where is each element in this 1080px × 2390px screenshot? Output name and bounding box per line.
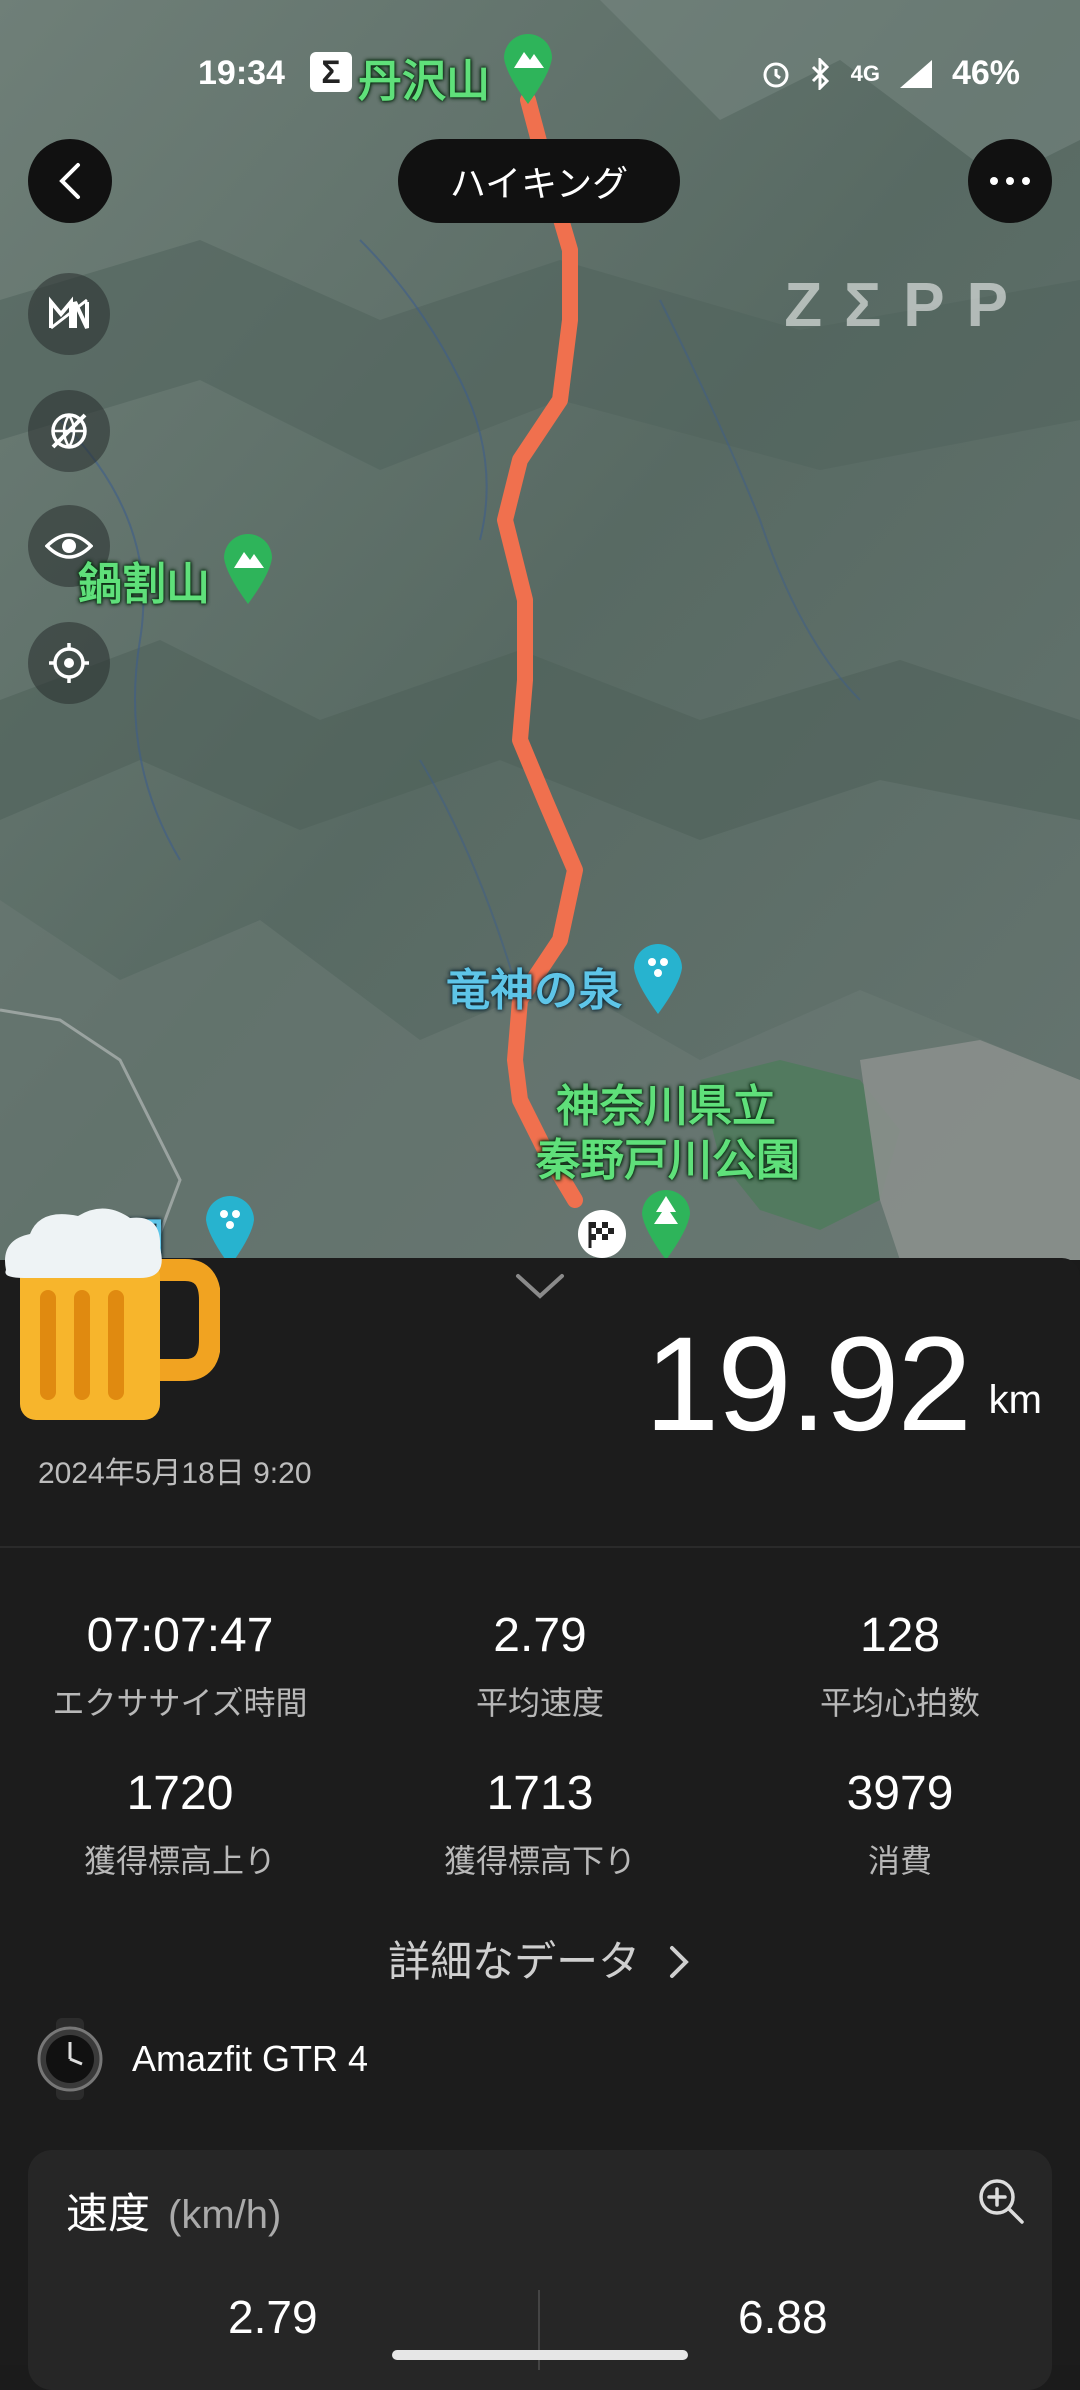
detailed-data-link[interactable]: 詳細なデータ <box>0 1928 1080 1989</box>
back-button[interactable] <box>28 139 112 223</box>
activity-summary-sheet: 19.92 km 2024年5月18日 9:20 07:07:47 エクササイズ… <box>0 1208 1080 2390</box>
place-label-nabewari: 鍋割山 <box>78 560 210 609</box>
mountain-pin-icon[interactable] <box>220 530 276 606</box>
chevron-down-icon[interactable] <box>514 1270 566 1300</box>
crosshair-icon <box>49 643 89 683</box>
alarm-icon <box>763 62 789 87</box>
divider <box>0 1546 1080 1548</box>
km-marker-icon <box>49 296 89 330</box>
stat-value: 2.79 <box>493 1609 587 1662</box>
zoom-in-icon[interactable] <box>976 2176 1026 2226</box>
stat-calories: 3979 消費 <box>720 1764 1080 1882</box>
stat-label: 平均速度 <box>475 1685 604 1721</box>
finish-flag-icon[interactable] <box>576 1208 628 1260</box>
place-label-park-line2: 秦野戸川公園 <box>536 1136 800 1185</box>
park-pin-icon[interactable] <box>638 1186 694 1260</box>
device-row[interactable]: Amazfit GTR 4 <box>36 2018 368 2100</box>
device-name: Amazfit GTR 4 <box>132 2038 369 2079</box>
status-icons: 4G 46% <box>761 54 1020 93</box>
bluetooth-icon <box>811 57 829 90</box>
total-distance-value: 19.92 <box>644 1310 972 1459</box>
network-type: 4G <box>850 60 880 86</box>
battery-level: 46% <box>951 54 1020 92</box>
stat-label: 平均心拍数 <box>819 1685 980 1721</box>
spring-pin-icon[interactable] <box>630 940 686 1016</box>
stat-label: エクササイズ時間 <box>52 1685 308 1721</box>
stat-label: 獲得標高上り <box>83 1843 276 1879</box>
stat-value: 128 <box>859 1609 941 1662</box>
speed-card-title: 速度 (km/h) <box>66 2180 281 2241</box>
speed-unit: (km/h) <box>168 2193 282 2237</box>
stat-elevation-gain: 1720 獲得標高上り <box>0 1764 360 1882</box>
signal-icon <box>899 59 932 88</box>
chevron-left-icon <box>59 163 80 199</box>
more-options-button[interactable] <box>968 139 1052 223</box>
activity-type-title[interactable]: ハイキング <box>398 139 680 223</box>
stat-label: 獲得標高下り <box>443 1843 636 1879</box>
locate-me-button[interactable] <box>28 622 110 704</box>
stat-elevation-loss: 1713 獲得標高下り <box>360 1764 720 1882</box>
map-layer-toggle-button[interactable] <box>28 390 110 472</box>
stat-exercise-time: 07:07:47 エクササイズ時間 <box>0 1606 360 1724</box>
stat-value: 07:07:47 <box>86 1609 274 1662</box>
chevron-right-icon <box>669 1946 689 1978</box>
stat-value: 1713 <box>486 1767 594 1820</box>
sigma-icon: Σ <box>310 52 352 92</box>
stat-label: 消費 <box>867 1843 932 1879</box>
place-label-tanzawa: 丹沢山 <box>358 57 490 106</box>
stat-avg-heart-rate: 128 平均心拍数 <box>720 1606 1080 1724</box>
map-style-button[interactable] <box>28 273 110 355</box>
globe-off-icon <box>51 413 87 449</box>
stats-grid: 07:07:47 エクササイズ時間 2.79 平均速度 128 平均心拍数 17… <box>0 1606 1080 1882</box>
place-label-ryujin: 竜神の泉 <box>446 966 622 1015</box>
status-time: 19:34 <box>198 54 285 92</box>
mountain-pin-icon[interactable] <box>500 30 556 106</box>
stat-value: 1720 <box>126 1767 234 1820</box>
activity-date: 2024年5月18日 9:20 <box>38 1457 312 1490</box>
zepp-watermark: ZΣPP <box>784 271 1030 340</box>
route-map[interactable]: 19:34 Σ 4G 46% ハイキング ZΣPP 丹沢山 鍋割山 竜神の泉 神… <box>0 0 1080 1260</box>
stat-avg-speed: 2.79 平均速度 <box>360 1606 720 1724</box>
speed-max-value: 6.88 <box>738 2291 828 2343</box>
watch-icon <box>37 2018 103 2100</box>
home-indicator[interactable] <box>392 2350 688 2360</box>
stat-value: 3979 <box>846 1767 954 1820</box>
detailed-data-label: 詳細なデータ <box>388 1938 641 1985</box>
distance-unit: km <box>988 1378 1042 1422</box>
speed-avg-value: 2.79 <box>228 2291 318 2343</box>
beer-mug-icon <box>5 1208 220 1420</box>
speed-title: 速度 <box>66 2190 151 2237</box>
more-dots-icon <box>990 177 1030 185</box>
